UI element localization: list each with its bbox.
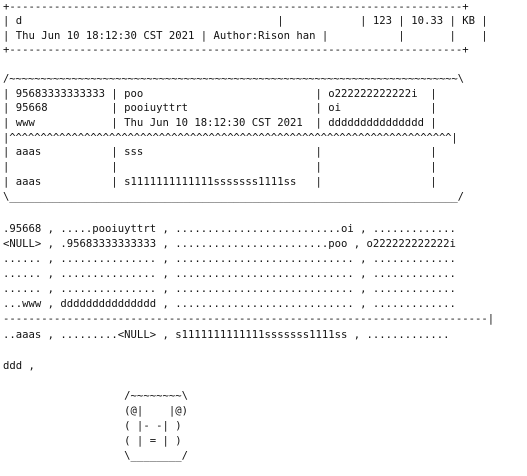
- csv-row-4: ...... , ............... , .............…: [3, 268, 456, 280]
- table2-top-border: /~~~~~~~~~~~~~~~~~~~~~~~~~~~~~~~~~~~~~~~…: [3, 73, 464, 85]
- table2-row-3: | www | Thu Jun 10 18:12:30 CST 2021 | d…: [3, 117, 437, 129]
- ascii-face-eyes: (@| |@): [3, 405, 188, 417]
- ascii-face-mouth: ( | = | ): [3, 435, 182, 447]
- console-output: +---------------------------------------…: [0, 0, 527, 476]
- csv-row-1: .95668 , .....pooiuyttrt , .............…: [3, 223, 456, 235]
- table2-bottom-border: \_______________________________________…: [3, 191, 464, 203]
- ddd-line: ddd ,: [3, 360, 35, 372]
- csv-separator: ----------------------------------------…: [3, 313, 495, 325]
- csv-row-2: <NULL> , .95683333333333 , .............…: [3, 238, 456, 250]
- table1-top-border: +---------------------------------------…: [3, 1, 469, 13]
- table2-row-5: | | | |: [3, 161, 437, 173]
- table2-row-2: | 95668 | pooiuyttrt | oi |: [3, 102, 437, 114]
- csv-row-3: ...... , ............... , .............…: [3, 253, 456, 265]
- table2-row-1: | 95683333333333 | poo | o222222222222i …: [3, 88, 437, 100]
- table1-bottom-border: +---------------------------------------…: [3, 44, 469, 56]
- csv-row-7: ..aaas , .........<NULL> , s111111111111…: [3, 329, 450, 341]
- table2-row-4: | aaas | sss | |: [3, 146, 437, 158]
- ascii-face-top: /~~~~~~~~\: [3, 390, 188, 402]
- table2-row-6: | aaas | s1111111111111sssssss1111ss | |: [3, 176, 437, 188]
- ascii-face-nose: ( |- -| ): [3, 420, 182, 432]
- ascii-face-bottom: \________/: [3, 450, 188, 462]
- table2-separator: |^^^^^^^^^^^^^^^^^^^^^^^^^^^^^^^^^^^^^^^…: [3, 132, 458, 144]
- csv-row-6: ...www , ddddddddddddddd , .............…: [3, 298, 456, 310]
- table1-row-1: | d | | 123 | 10.33 | KB |: [3, 15, 488, 27]
- csv-row-5: ...... , ............... , .............…: [3, 283, 456, 295]
- table1-row-2: | Thu Jun 10 18:12:30 CST 2021 | Author:…: [3, 30, 488, 42]
